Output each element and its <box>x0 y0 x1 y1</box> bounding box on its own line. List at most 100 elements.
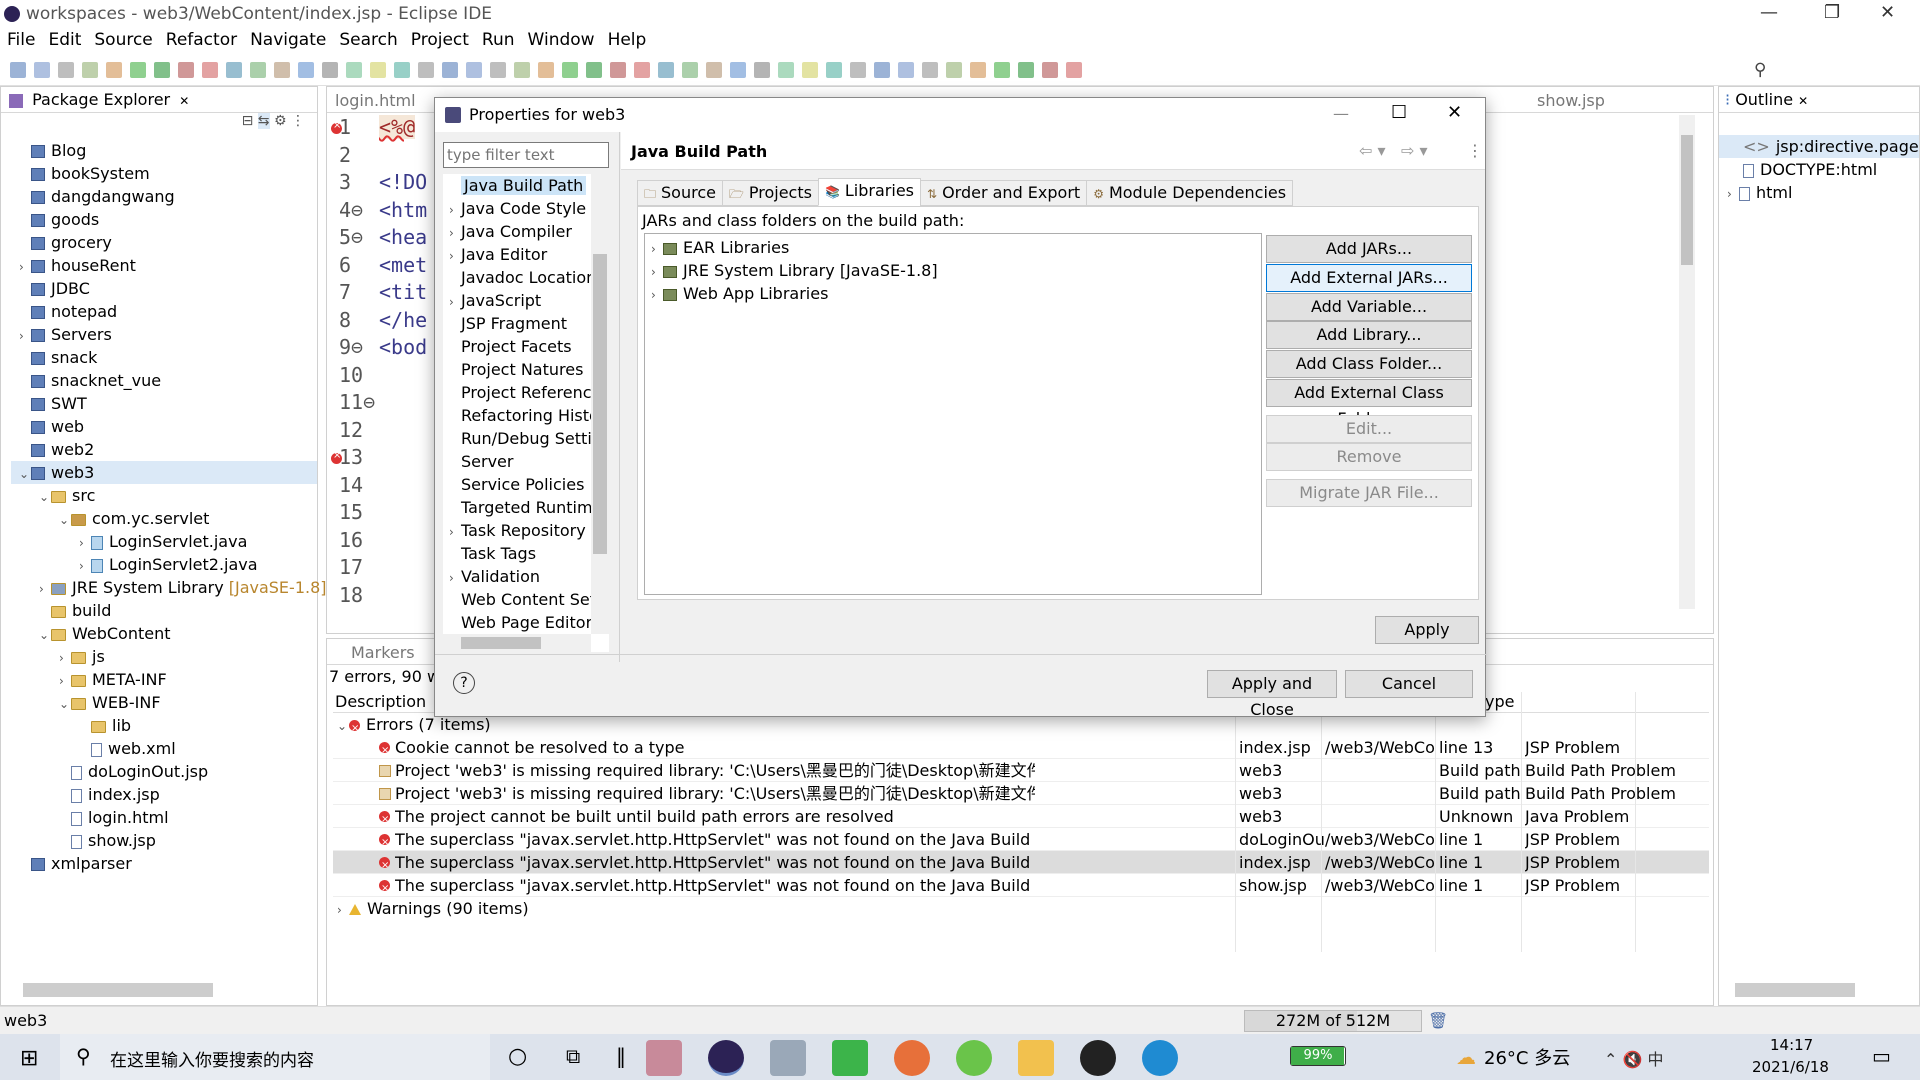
expand-icon[interactable]: › <box>39 578 51 601</box>
tree-item[interactable]: goods <box>11 208 317 231</box>
battery-indicator[interactable]: 99% <box>1290 1046 1346 1066</box>
tree-item[interactable]: login.html <box>11 806 317 829</box>
back-icon[interactable]: ⇦ ▾ <box>1359 141 1386 160</box>
nav-item[interactable]: Project References <box>443 381 591 404</box>
expand-icon[interactable]: › <box>59 647 71 670</box>
tab-projects[interactable]: 🗁 Projects <box>721 180 819 206</box>
outline-item[interactable]: › html <box>1719 181 1919 204</box>
minimize-icon[interactable]: — <box>1760 2 1778 23</box>
nav-item[interactable]: Task Tags <box>443 542 591 565</box>
tree-item[interactable]: grocery <box>11 231 317 254</box>
apply-button[interactable]: Apply <box>1375 616 1479 644</box>
tree-item[interactable]: › houseRent <box>11 254 317 277</box>
expand-icon[interactable]: › <box>19 256 31 279</box>
file-explorer-icon[interactable] <box>1018 1040 1054 1076</box>
toolbar-button-icon[interactable] <box>874 62 890 78</box>
expand-icon[interactable]: › <box>79 532 91 555</box>
tree-item[interactable]: lib <box>11 714 317 737</box>
filter-icon[interactable]: ⚙ <box>274 113 287 129</box>
tree-item[interactable]: dangdangwang <box>11 185 317 208</box>
toolbar-button-icon[interactable] <box>754 62 770 78</box>
toolbar-button-icon[interactable] <box>490 62 506 78</box>
toolbar-button-icon[interactable] <box>658 62 674 78</box>
nav-item[interactable]: Web Page Editor <box>443 611 591 634</box>
menu-icon[interactable]: ⋮ <box>1467 141 1483 160</box>
tree-item[interactable]: ⌄ com.yc.servlet <box>11 507 317 530</box>
toolbar-button-icon[interactable] <box>298 62 314 78</box>
edge-icon[interactable] <box>1142 1040 1178 1076</box>
cortana-icon[interactable]: ○ <box>508 1044 527 1069</box>
toolbar-button-icon[interactable] <box>1066 62 1082 78</box>
view-menu-icon[interactable]: ⋮ <box>291 113 305 129</box>
tree-item[interactable]: web <box>11 415 317 438</box>
nav-item[interactable]: › Task Repository <box>443 519 591 542</box>
nav-hscrollbar[interactable] <box>443 634 591 652</box>
menu-refactor[interactable]: Refactor <box>166 30 237 50</box>
nav-item[interactable]: Service Policies <box>443 473 591 496</box>
expand-icon[interactable]: ⌄ <box>59 693 71 716</box>
nav-item[interactable]: Project Facets <box>443 335 591 358</box>
nav-item[interactable]: › Java Editor <box>443 243 591 266</box>
toolbar-button-icon[interactable] <box>10 62 26 78</box>
outline-scrollbar[interactable] <box>1735 983 1855 997</box>
nav-item[interactable]: Project Natures <box>443 358 591 381</box>
tree-item[interactable]: ⌄ WebContent <box>11 622 317 645</box>
tree-item[interactable]: web.xml <box>11 737 317 760</box>
tree-item[interactable]: web2 <box>11 438 317 461</box>
toolbar-button-icon[interactable] <box>346 62 362 78</box>
add-class-folder-button[interactable]: Add Class Folder... <box>1266 350 1472 378</box>
app-icon-6[interactable] <box>956 1040 992 1076</box>
nav-item[interactable]: Javadoc Location <box>443 266 591 289</box>
eclipse-taskbar-icon[interactable] <box>708 1040 744 1076</box>
remove-button[interactable]: Remove <box>1266 443 1472 471</box>
toolbar-button-icon[interactable] <box>922 62 938 78</box>
expand-icon[interactable]: › <box>449 245 461 266</box>
toolbar-button-icon[interactable] <box>994 62 1010 78</box>
table-row[interactable]: Cookie cannot be resolved to a type index… <box>333 736 1709 759</box>
toolbar-button-icon[interactable] <box>538 62 554 78</box>
expand-icon[interactable]: ⌄ <box>39 486 51 509</box>
restore-icon[interactable]: ❐ <box>1824 2 1840 23</box>
menu-source[interactable]: Source <box>94 30 152 50</box>
outline-item[interactable]: <>jsp:directive.page lan <box>1719 135 1920 158</box>
toolbar-button-icon[interactable] <box>370 62 386 78</box>
tree-item[interactable]: ⌄ web3 <box>11 461 317 484</box>
expand-icon[interactable]: ⌄ <box>39 624 51 647</box>
nav-item[interactable]: Targeted Runtimes <box>443 496 591 519</box>
toolbar-button-icon[interactable] <box>850 62 866 78</box>
toolbar-button-icon[interactable] <box>970 62 986 78</box>
tree-item[interactable]: Blog <box>11 139 317 162</box>
col-type[interactable]: ype <box>1485 692 1514 711</box>
menu-edit[interactable]: Edit <box>48 30 81 50</box>
toolbar-button-icon[interactable] <box>898 62 914 78</box>
add-external-jars-button[interactable]: Add External JARs... <box>1266 264 1472 292</box>
library-item[interactable]: › EAR Libraries <box>645 236 1261 259</box>
add-external-class-folder-button[interactable]: Add External Class Folder... <box>1266 379 1472 428</box>
toolbar-button-icon[interactable] <box>562 62 578 78</box>
toolbar-button-icon[interactable] <box>418 62 434 78</box>
close-tab-icon[interactable]: ✕ <box>1798 94 1808 108</box>
add-jars-button[interactable]: Add JARs... <box>1266 235 1472 263</box>
tree-item[interactable]: › LoginServlet2.java <box>11 553 317 576</box>
search-icon[interactable]: ⚲ <box>1754 60 1766 80</box>
tab-show-jsp[interactable]: show.jsp <box>1537 91 1605 110</box>
tree-item[interactable]: index.jsp <box>11 783 317 806</box>
nav-item[interactable]: › JavaScript <box>443 289 591 312</box>
close-tab-icon[interactable]: ✕ <box>179 94 189 108</box>
apply-and-close-button[interactable]: Apply and Close <box>1207 670 1337 719</box>
nav-item[interactable]: Web Content Settings <box>443 588 591 611</box>
nav-item[interactable]: Java Build Path <box>443 174 591 197</box>
tree-item[interactable]: doLoginOut.jsp <box>11 760 317 783</box>
table-row[interactable]: The superclass "javax.servlet.http.HttpS… <box>333 874 1709 897</box>
toolbar-button-icon[interactable] <box>82 62 98 78</box>
nav-item[interactable]: Refactoring History <box>443 404 591 427</box>
help-icon[interactable]: ? <box>453 672 475 694</box>
dialog-minimize-icon[interactable]: — <box>1333 104 1349 123</box>
firefox-icon[interactable] <box>894 1040 930 1076</box>
expand-icon[interactable]: ⌄ <box>59 509 71 532</box>
tree-item[interactable]: bookSystem <box>11 162 317 185</box>
nav-item[interactable]: Server <box>443 450 591 473</box>
nav-item[interactable]: › Java Compiler <box>443 220 591 243</box>
toolbar-button-icon[interactable] <box>274 62 290 78</box>
toolbar-button-icon[interactable] <box>106 62 122 78</box>
